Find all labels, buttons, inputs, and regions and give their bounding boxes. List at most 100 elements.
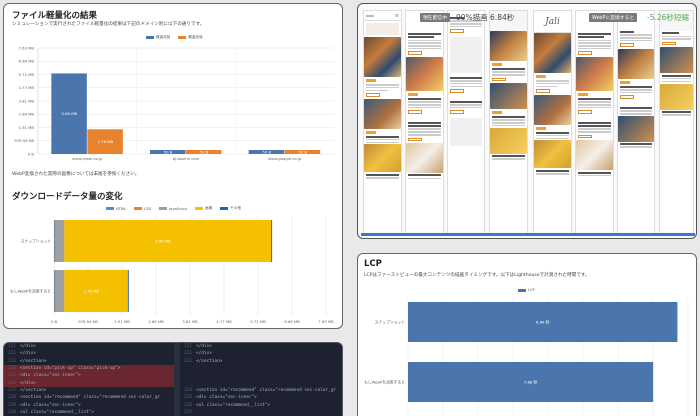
screenshot-frame-5: Jali	[533, 10, 572, 234]
x-tick-label: 3.81 MB	[182, 319, 198, 324]
legend-label: その他	[230, 206, 242, 210]
y-tick-label: 1.91 MB	[18, 125, 34, 130]
bar-segment	[55, 220, 65, 262]
lcp-card: LCP LCPはファーストビューの最大コンテンツの描画タイミングです。以下はLi…	[357, 253, 697, 416]
line-number: 226	[184, 402, 192, 408]
bar-label: 1.78 MB	[83, 288, 99, 293]
legend-item-before: 軽量化前	[146, 35, 170, 40]
bar-label: 8.66 秒	[536, 319, 550, 324]
code-line: 221 </div>	[180, 343, 342, 350]
bar-label: 5.80 MB	[155, 238, 171, 243]
bar-segment	[271, 220, 273, 262]
x-tick-label: www.google.co.jp	[268, 156, 302, 161]
photo-chair	[576, 140, 613, 171]
line-number: 223	[8, 358, 16, 364]
screenshot-frame-6	[575, 10, 614, 234]
code-line: 226 <ul class="recommend__list">	[180, 401, 342, 408]
code-text: <ul class="recommend__list">	[20, 409, 95, 415]
code-text: </div>	[196, 344, 212, 350]
code-line: 224 <section id="recommend" class="recom…	[180, 387, 342, 394]
file-size-card: ファイル軽量化の結果 シミュレーションで実行されたファイル軽量化の結果は下記のド…	[3, 3, 343, 329]
code-diff-panel: 221 </div> 222 </div> 223 </section> 224 <s…	[3, 342, 343, 416]
x-tick-label: 7.63 MB	[318, 319, 334, 324]
code-text: <div class="sec-inner">	[20, 373, 81, 379]
code-text: </div>	[20, 351, 36, 357]
code-line: 223 </section>	[4, 358, 174, 365]
photo-yellow	[364, 144, 401, 173]
lcp-title: LCP	[364, 259, 382, 269]
legend-label: HTML	[116, 206, 127, 211]
screenshot-comparison: ≡ Jali 現在配信中 90%描画 6.84秒 WebPに変換すると -5.2…	[357, 3, 697, 239]
x-tick-label: 2.86 MB	[148, 319, 164, 324]
legend-item-html: HTML	[106, 206, 126, 211]
photo-team	[618, 115, 654, 142]
y-tick-label: もしWebPを活用すると	[364, 379, 405, 384]
lcp-chart: スナップショット 8.66 秒もしWebPを活用すると 7.88 秒	[364, 298, 689, 416]
code-text: <div class="sec-inner">	[196, 395, 257, 401]
code-line: 227	[180, 409, 342, 416]
line-number: 222	[8, 351, 16, 357]
legend-label: 画像	[205, 206, 213, 210]
photo-crowd	[490, 31, 527, 61]
bar-label: 50 B	[164, 149, 173, 154]
line-number: 229	[8, 402, 16, 408]
y-tick-label: 6.68 MB	[18, 59, 34, 64]
render-time-current: 90%描画 6.84秒	[456, 13, 515, 22]
legend-label: 軽量化後	[188, 35, 203, 39]
code-line: 222 </div>	[4, 350, 174, 357]
legend-item-other: その他	[220, 206, 241, 211]
bar-label: 50 B	[262, 149, 271, 154]
y-tick-label: 7.63 MB	[18, 45, 34, 50]
x-tick-label: 5.72 MB	[250, 319, 266, 324]
webp-note: WebP変換された実際の画像については末尾を参照ください。	[12, 172, 140, 177]
x-tick-label: 0 B	[51, 319, 58, 324]
legend-label: 軽量化前	[156, 35, 171, 39]
x-tick-label: 976.56 KB	[78, 319, 98, 324]
code-text: <div class="sec-inner">	[20, 402, 81, 408]
file-size-description: シミュレーションで実行されたファイル軽量化の結果は下記のドメイン別に以下の通りで…	[12, 22, 205, 27]
code-pane-before: 221 </div> 222 </div> 223 </section> 224 <s…	[4, 343, 174, 416]
y-tick-label: 976.56 KB	[14, 138, 34, 143]
bar-label: 1.78 MB	[98, 139, 114, 144]
bar-label: 50 B	[298, 149, 307, 154]
bar-label: 5.80 MB	[62, 111, 78, 116]
screenshot-frame-2	[405, 10, 444, 234]
legend-label: CSS	[144, 206, 152, 211]
code-text: </div>	[20, 380, 36, 386]
screenshot-frame-3	[447, 10, 485, 234]
code-text: </div>	[196, 351, 212, 357]
lcp-legend: LCP	[518, 288, 535, 292]
code-text: </section>	[196, 358, 223, 364]
file-size-title: ファイル軽量化の結果	[12, 11, 98, 21]
code-text: </section>	[20, 358, 47, 364]
download-title: ダウンロードデータ量の変化	[12, 192, 123, 202]
bar-segment	[55, 270, 65, 312]
legend-item-css: CSS	[134, 206, 151, 211]
line-number: 227	[184, 409, 192, 415]
line-number: 221	[184, 344, 192, 350]
menu-icon: ≡	[394, 12, 399, 19]
legend-label: LCP	[528, 288, 535, 292]
bar-segment	[127, 270, 129, 312]
line-number: 225	[184, 395, 192, 401]
photo-people	[534, 94, 571, 125]
line-number: 225	[8, 373, 16, 379]
status-badge-webp: WebPに変換すると	[589, 13, 638, 22]
line-number: 224	[8, 366, 16, 372]
bar-label: 7.88 秒	[524, 379, 538, 384]
legend-item-image: 画像	[195, 206, 212, 211]
code-text: <section id="pick-up" class="pick-up">	[20, 366, 121, 372]
file-size-chart: 0 B 976.56 KB 1.91 MB 2.86 MB 3.81 MB 4.77 MB…	[14, 45, 334, 161]
code-text: </div>	[20, 344, 36, 350]
render-time-saved: -5.26秒短縮	[647, 13, 689, 22]
site-logo: Jali	[545, 16, 560, 27]
status-badge-current: 現在配信中	[420, 13, 450, 22]
photo-sun	[490, 127, 527, 154]
code-line: 225 <div class="sec-inner">	[180, 394, 342, 401]
download-legend: HTML CSS JavaScript 画像 その他	[106, 206, 241, 211]
line-number: 227	[8, 387, 16, 393]
code-line: 222 </div>	[180, 350, 342, 357]
code-text: <section id="recommend" class="recommend…	[196, 387, 337, 393]
